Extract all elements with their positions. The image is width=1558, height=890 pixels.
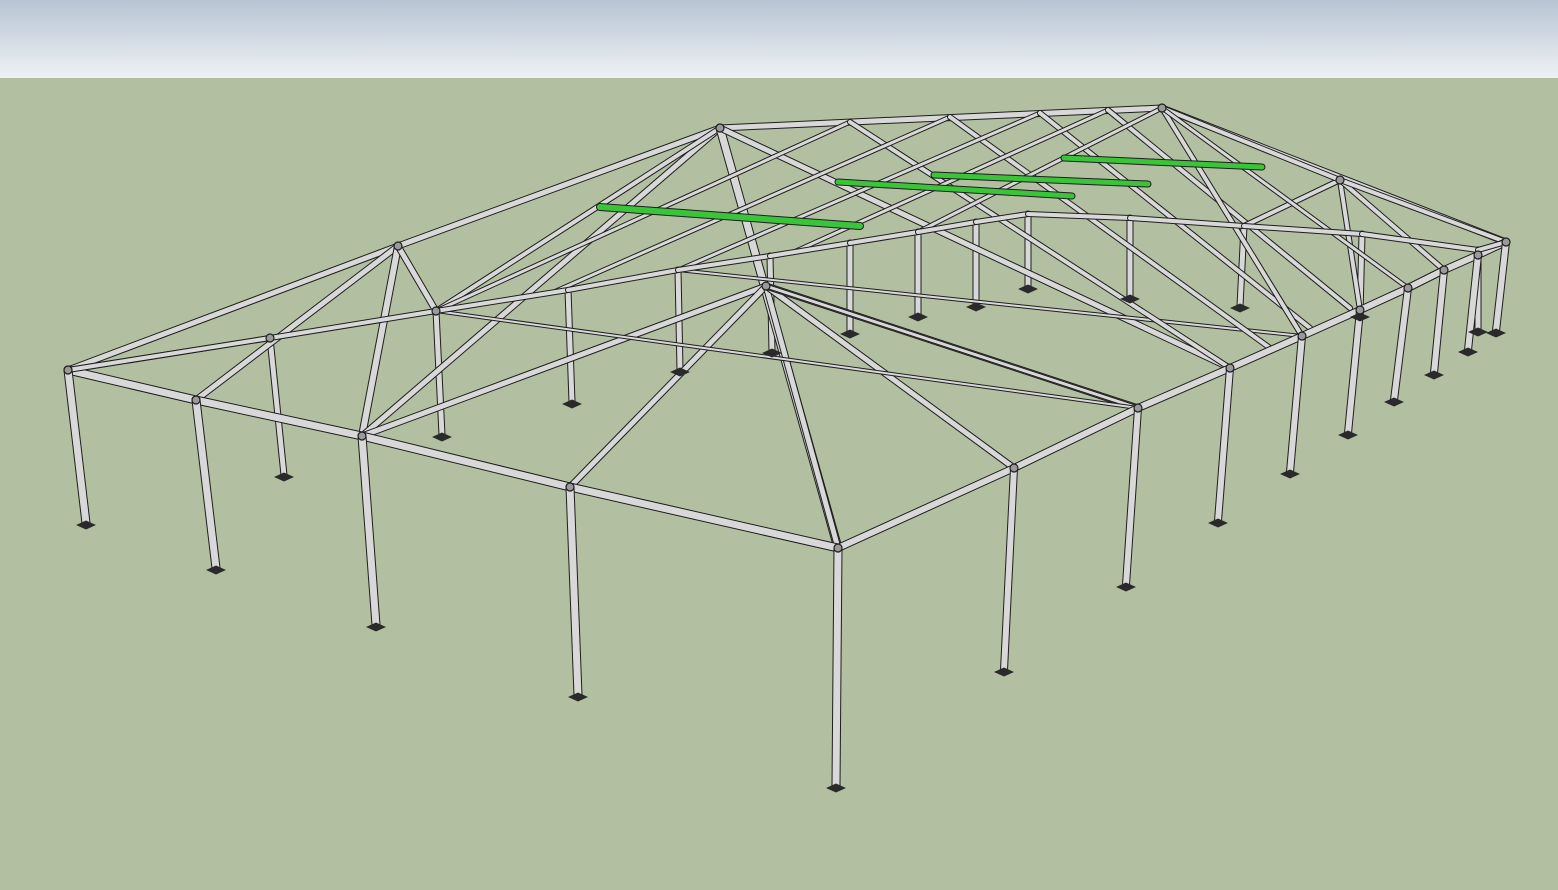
fitting: [1133, 403, 1143, 413]
fitting: [265, 333, 275, 343]
fitting: [357, 431, 367, 441]
sketch-viewport[interactable]: [0, 0, 1558, 890]
ground: [0, 78, 1558, 890]
front-leg: [832, 544, 842, 790]
fitting: [1297, 331, 1307, 341]
fitting: [1355, 305, 1365, 315]
fitting: [393, 241, 403, 251]
fitting: [833, 543, 843, 553]
fitting: [1009, 463, 1019, 473]
fitting: [431, 306, 441, 316]
fitting: [191, 395, 201, 405]
fitting: [715, 123, 725, 133]
fitting: [1403, 283, 1413, 293]
fitting: [1225, 363, 1235, 373]
sky: [0, 0, 1558, 78]
fitting: [1157, 103, 1167, 113]
fitting: [565, 482, 575, 492]
fitting: [1439, 265, 1449, 275]
fitting: [1501, 237, 1511, 247]
fitting: [1473, 250, 1483, 260]
tent-frame-scene: [0, 0, 1558, 890]
fitting: [761, 281, 771, 291]
fitting: [63, 365, 73, 375]
fitting: [1335, 175, 1345, 185]
